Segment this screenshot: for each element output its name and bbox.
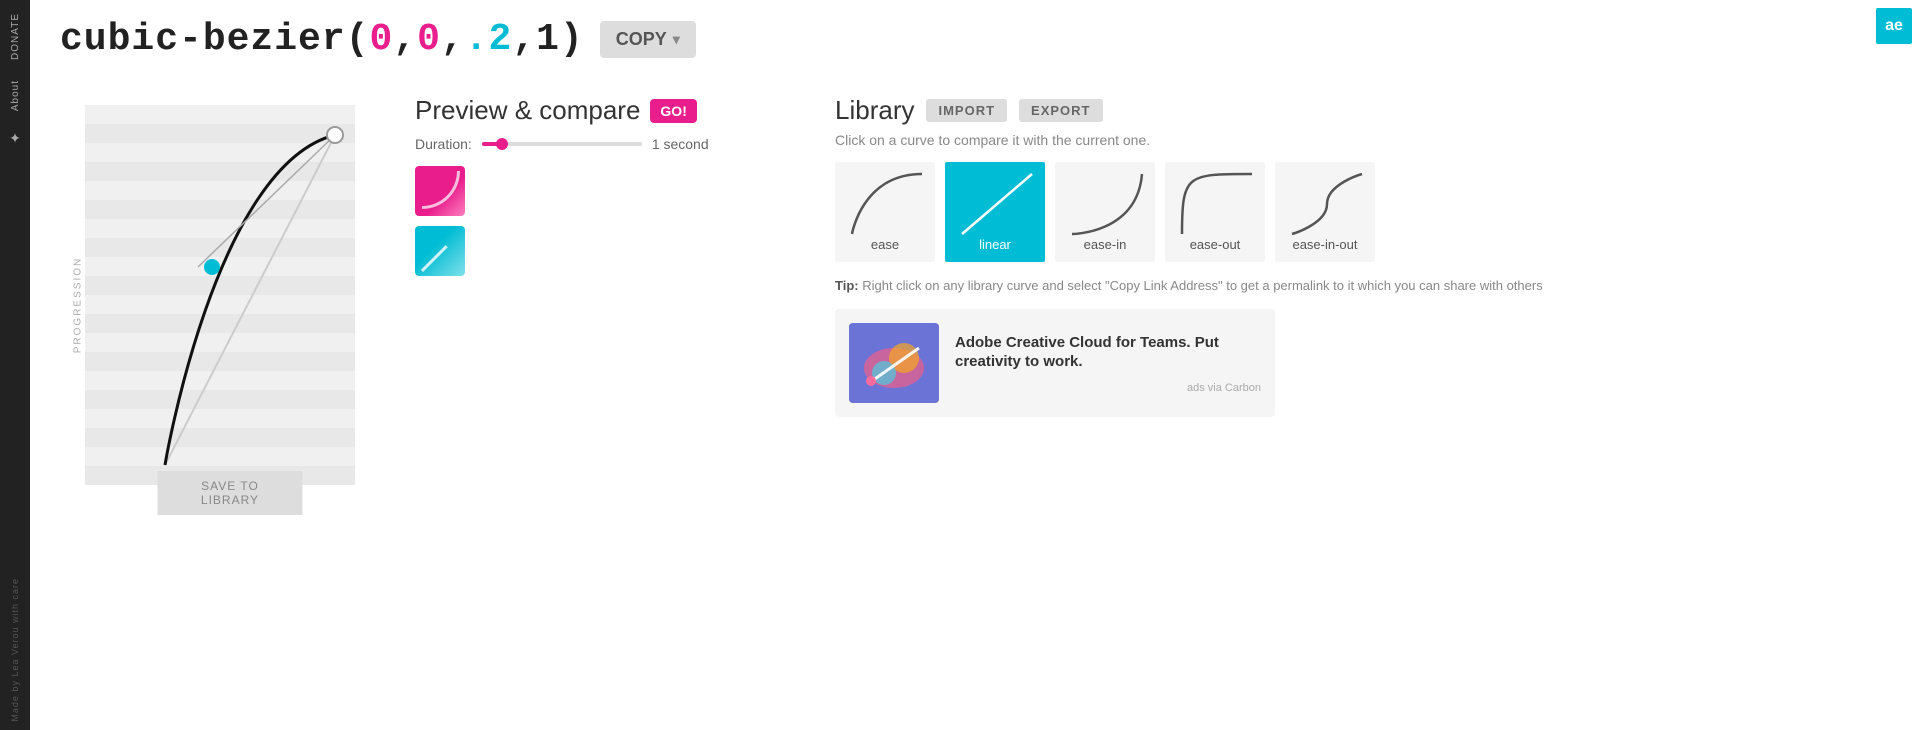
library-header: Library IMPORT EXPORT xyxy=(835,95,1905,126)
preview-box-teal xyxy=(415,226,465,276)
duration-slider-thumb xyxy=(496,138,508,150)
preview-box-pink xyxy=(415,166,465,216)
param1: 0 xyxy=(369,18,393,61)
ad-illustration xyxy=(849,323,939,403)
import-button[interactable]: IMPORT xyxy=(926,99,1007,122)
duration-label: Duration: xyxy=(415,136,472,152)
tip-text: Tip: Right click on any library curve an… xyxy=(835,278,1905,293)
preview-title-text: Preview & compare xyxy=(415,95,640,126)
param3: .2 xyxy=(465,18,513,61)
save-to-library-button[interactable]: SAVE TO LIBRARY xyxy=(158,471,303,515)
bezier-graph[interactable]: TIME xyxy=(85,105,355,485)
preview-section: Preview & compare GO! Duration: 1 second xyxy=(415,95,795,515)
duration-slider[interactable] xyxy=(482,142,642,146)
curve-card-linear[interactable]: linear xyxy=(945,162,1045,262)
curve-card-ease-out[interactable]: ease-out xyxy=(1165,162,1265,262)
copy-dropdown-icon: ▾ xyxy=(673,31,680,48)
ad-via: ads via Carbon xyxy=(955,382,1261,394)
formula-suffix: ) xyxy=(560,18,584,61)
ad-box[interactable]: Adobe Creative Cloud for Teams. Put crea… xyxy=(835,309,1275,417)
ease-label: ease xyxy=(871,237,899,252)
library-title: Library xyxy=(835,95,914,126)
ease-in-out-label: ease-in-out xyxy=(1292,237,1357,252)
tip-content: Right click on any library curve and sel… xyxy=(859,278,1543,293)
curve-card-ease-in-out[interactable]: ease-in-out xyxy=(1275,162,1375,262)
sidebar-about[interactable]: About xyxy=(10,75,21,116)
library-section: Library IMPORT EXPORT Click on a curve t… xyxy=(835,95,1905,515)
param2: 0 xyxy=(417,18,441,61)
duration-value: 1 second xyxy=(652,136,709,152)
export-button[interactable]: EXPORT xyxy=(1019,99,1102,122)
linear-curve-svg xyxy=(957,169,1037,239)
ad-content: Adobe Creative Cloud for Teams. Put crea… xyxy=(955,333,1261,394)
sidebar-donate[interactable]: DONATE xyxy=(10,8,21,65)
comma2: , xyxy=(441,18,465,61)
main-content: PROGRESSION xyxy=(45,85,1905,515)
ad-title: Adobe Creative Cloud for Teams. Put crea… xyxy=(955,333,1261,372)
ease-curve-svg xyxy=(847,169,927,239)
library-curves: ease linear ease-in eas xyxy=(835,162,1905,262)
ad-image xyxy=(849,323,939,403)
formula-prefix: cubic-bezier( xyxy=(60,18,369,61)
go-button[interactable]: GO! xyxy=(650,99,696,123)
ease-out-curve-svg xyxy=(1177,169,1257,239)
comma1: , xyxy=(393,18,417,61)
ease-in-out-curve-svg xyxy=(1287,169,1367,239)
formula-text: cubic-bezier(0,0,.2,1) xyxy=(60,18,584,61)
ease-out-label: ease-out xyxy=(1190,237,1241,252)
curve-card-ease[interactable]: ease xyxy=(835,162,935,262)
comma3: , xyxy=(512,18,536,61)
param4: 1 xyxy=(536,18,560,61)
tip-bold: Tip: xyxy=(835,278,859,293)
copy-label: COPY xyxy=(616,29,667,50)
progression-label: PROGRESSION xyxy=(73,257,84,353)
duration-row: Duration: 1 second xyxy=(415,136,795,152)
sidebar: DONATE About ✦ Made by Lea Verou with ca… xyxy=(0,0,30,730)
header: cubic-bezier(0,0,.2,1) COPY ▾ xyxy=(60,18,696,61)
sidebar-credit: Made by Lea Verou with care xyxy=(10,570,20,722)
linear-label: linear xyxy=(979,237,1011,252)
curve-card-ease-in[interactable]: ease-in xyxy=(1055,162,1155,262)
preview-title: Preview & compare GO! xyxy=(415,95,795,126)
copy-button[interactable]: COPY ▾ xyxy=(600,21,696,58)
preview-boxes xyxy=(415,166,795,276)
star-icon: ✦ xyxy=(9,130,21,147)
cubic-formula: cubic-bezier(0,0,.2,1) xyxy=(60,18,584,61)
ae-logo[interactable]: ae xyxy=(1876,8,1912,44)
ease-in-label: ease-in xyxy=(1084,237,1127,252)
bezier-svg xyxy=(85,105,355,485)
ease-in-curve-svg xyxy=(1067,169,1147,239)
library-subtitle: Click on a curve to compare it with the … xyxy=(835,132,1905,148)
canvas-area: PROGRESSION xyxy=(85,95,375,515)
